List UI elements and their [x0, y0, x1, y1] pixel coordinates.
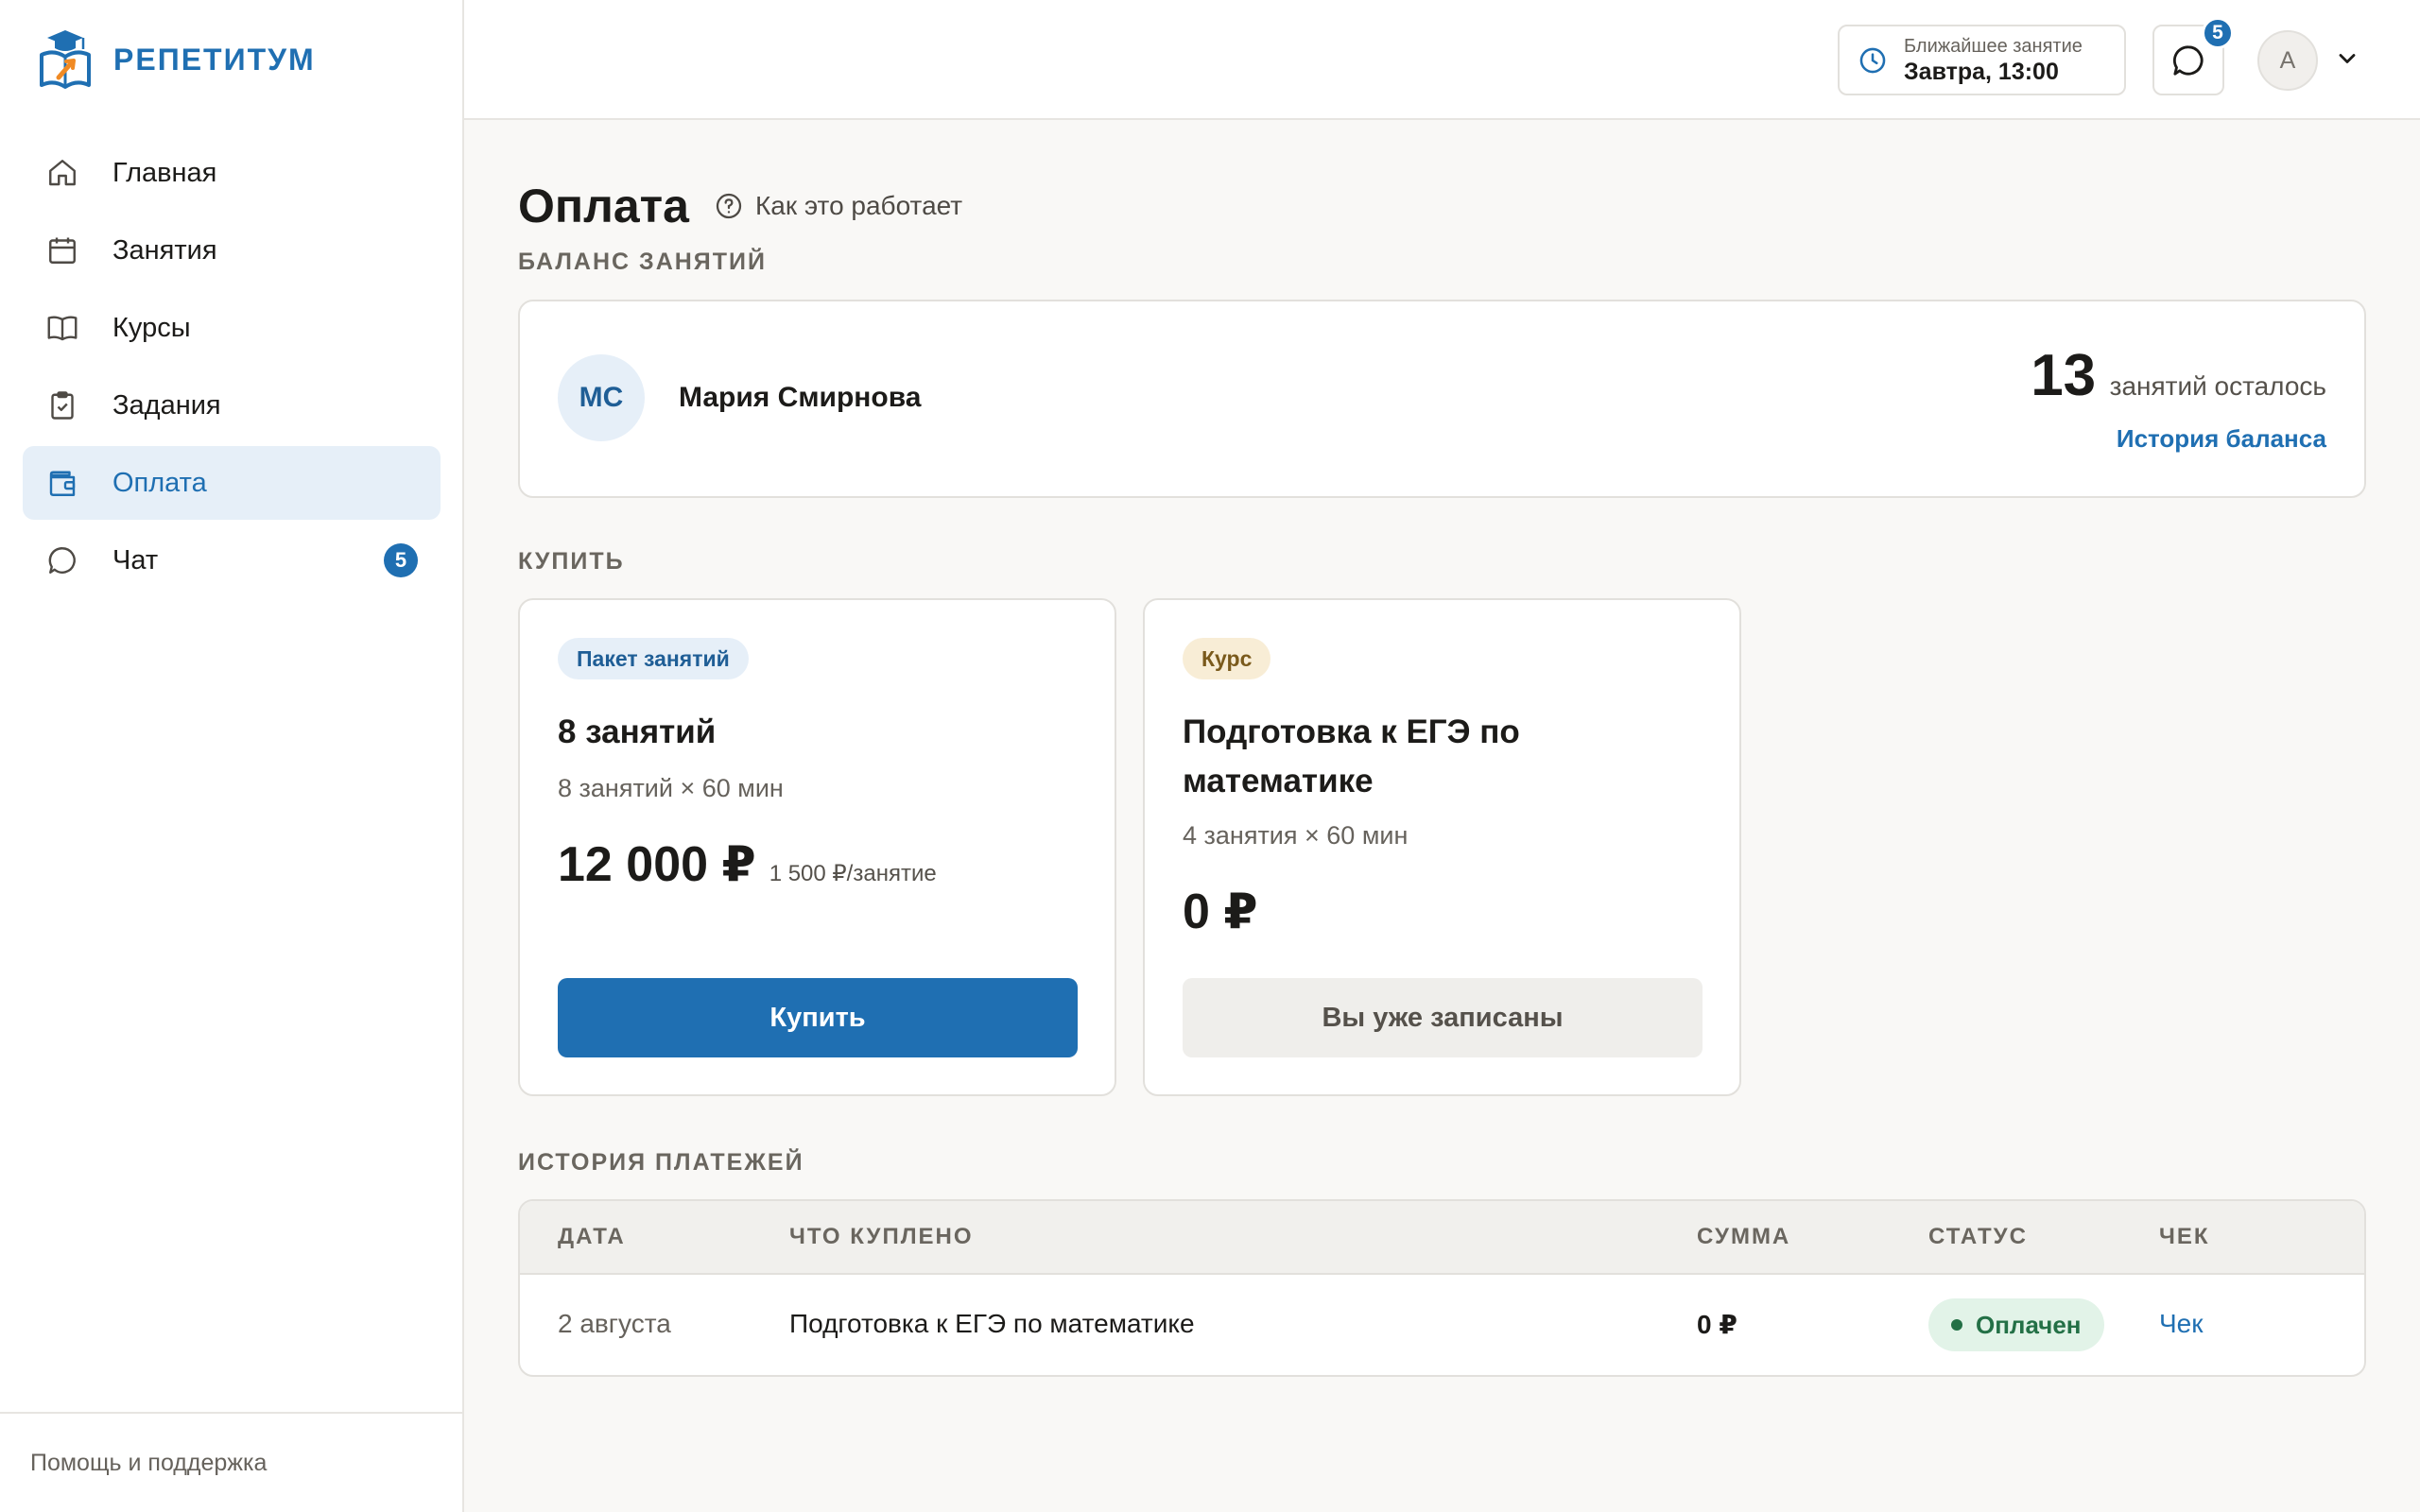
payment-sum: 0 ₽: [1697, 1310, 1737, 1339]
sidebar: РЕПЕТИТУМ Главная Занятия Курсы Задания …: [0, 0, 464, 1512]
sidebar-item-label: Занятия: [112, 234, 217, 266]
buy-section-label: КУПИТЬ: [518, 548, 625, 575]
calendar-icon: [49, 237, 76, 264]
balance-summary: 13 занятий осталось История баланса: [2031, 347, 2326, 454]
help-support-link[interactable]: Помощь и поддержка: [0, 1412, 462, 1512]
balance-section-label: БАЛАНС ЗАНЯТИЙ: [518, 249, 767, 275]
user-avatar[interactable]: A: [2257, 30, 2318, 91]
offer-subtitle: 8 занятий × 60 мин: [558, 774, 784, 802]
offer-price: 0 ₽: [1183, 885, 1258, 939]
buy-button[interactable]: Купить: [558, 978, 1078, 1057]
wallet-icon: [49, 471, 76, 496]
chat-icon: [2172, 44, 2204, 76]
payments-table: ДАТА ЧТО КУПЛЕНО СУММА СТАТУС ЧЕК 2 авгу…: [518, 1199, 2366, 1377]
offer-card-package: Пакет занятий 8 занятий 8 занятий × 60 м…: [518, 598, 1116, 1096]
offer-card-course: Курс Подготовка к ЕГЭ по математике 4 за…: [1143, 598, 1741, 1096]
sidebar-item-chat[interactable]: Чат 5: [23, 524, 441, 597]
title-row: Оплата Как это работает: [518, 179, 962, 233]
chat-unread-badge: 5: [384, 543, 418, 577]
offer-title: 8 занятий: [558, 713, 717, 750]
offer-subtitle: 4 занятия × 60 мин: [1183, 821, 1409, 850]
sidebar-item-tasks[interactable]: Задания: [23, 369, 441, 442]
chat-icon: [48, 547, 76, 574]
sidebar-item-label: Задания: [112, 389, 221, 421]
student-avatar: МС: [558, 354, 645, 441]
logo[interactable]: РЕПЕТИТУМ: [38, 28, 316, 91]
balance-card: МС Мария Смирнова 13 занятий осталось Ис…: [518, 300, 2366, 498]
table-row: 2 августа Подготовка к ЕГЭ по математике…: [520, 1275, 2364, 1375]
payment-item: Подготовка к ЕГЭ по математике: [789, 1309, 1195, 1338]
logo-book-cap-icon: [40, 30, 91, 89]
how-it-works-label: Как это работает: [754, 191, 963, 220]
app-root: РЕПЕТИТУМ Главная Занятия Курсы Задания …: [0, 0, 2420, 1512]
column-header-receipt: ЧЕК: [2159, 1224, 2210, 1249]
next-lesson-widget[interactable]: Ближайшее занятие Завтра, 13:00: [1838, 25, 2126, 95]
balance-history-link[interactable]: История баланса: [2031, 424, 2326, 454]
sidebar-item-lessons[interactable]: Занятия: [23, 214, 441, 287]
sidebar-item-payment[interactable]: Оплата: [23, 446, 441, 520]
sidebar-nav: Главная Занятия Курсы Задания Оплата Чат: [23, 136, 441, 601]
help-circle-icon: [716, 193, 742, 219]
next-lesson-value: Завтра, 13:00: [1904, 58, 2059, 85]
sidebar-item-label: Чат: [112, 544, 159, 576]
sidebar-item-home[interactable]: Главная: [23, 136, 441, 210]
status-label: Оплачен: [1976, 1310, 2082, 1339]
offer-title: Подготовка к ЕГЭ по математике: [1183, 713, 1520, 799]
column-header-status: СТАТУС: [1928, 1224, 2028, 1249]
column-header-sum: СУММА: [1697, 1224, 1791, 1249]
top-header: Ближайшее занятие Завтра, 13:00 5 A: [464, 0, 2420, 120]
sidebar-item-label: Оплата: [112, 467, 207, 498]
column-header-item: ЧТО КУПЛЕНО: [789, 1224, 974, 1249]
next-lesson-label: Ближайшее занятие: [1904, 35, 2083, 57]
page-title: Оплата: [518, 180, 689, 232]
home-icon: [49, 160, 76, 186]
already-enrolled-button: Вы уже записаны: [1183, 978, 1703, 1057]
status-badge: Оплачен: [1928, 1298, 2104, 1351]
header-chat-button[interactable]: 5: [2152, 17, 2234, 95]
payments-section-label: ИСТОРИЯ ПЛАТЕЖЕЙ: [518, 1149, 804, 1176]
offer-tag: Пакет занятий: [558, 638, 749, 679]
offer-tag: Курс: [1183, 638, 1271, 679]
app-name: РЕПЕТИТУМ: [113, 42, 316, 77]
offer-price-per-lesson: 1 500 ₽/занятие: [769, 861, 937, 886]
receipt-link[interactable]: Чек: [2159, 1309, 2203, 1339]
student-name: Мария Смирнова: [679, 382, 922, 413]
offer-price: 12 000 ₽: [558, 837, 756, 892]
how-it-works-link[interactable]: Как это работает: [714, 191, 962, 221]
sidebar-item-label: Курсы: [112, 312, 191, 343]
book-icon: [47, 316, 78, 341]
status-dot: [1951, 1319, 1962, 1331]
payment-date: 2 августа: [558, 1309, 671, 1338]
table-header: ДАТА ЧТО КУПЛЕНО СУММА СТАТУС ЧЕК: [520, 1201, 2364, 1275]
clipboard-check-icon: [51, 391, 74, 420]
column-header-date: ДАТА: [558, 1224, 626, 1249]
lessons-remaining-count: 13: [2031, 343, 2097, 408]
offer-price-row: 12 000 ₽ 1 500 ₽/занятие: [558, 836, 937, 893]
offer-price-row: 0 ₽: [1183, 884, 1258, 940]
clock-icon: [1859, 47, 1886, 73]
lessons-remaining-label: занятий осталось: [2109, 371, 2326, 401]
chevron-down-icon[interactable]: [2334, 45, 2360, 72]
sidebar-item-courses[interactable]: Курсы: [23, 291, 441, 365]
next-lesson-text: Ближайшее занятие Завтра, 13:00: [1904, 35, 2083, 86]
sidebar-item-label: Главная: [112, 157, 217, 188]
header-chat-badge: 5: [2202, 17, 2234, 49]
